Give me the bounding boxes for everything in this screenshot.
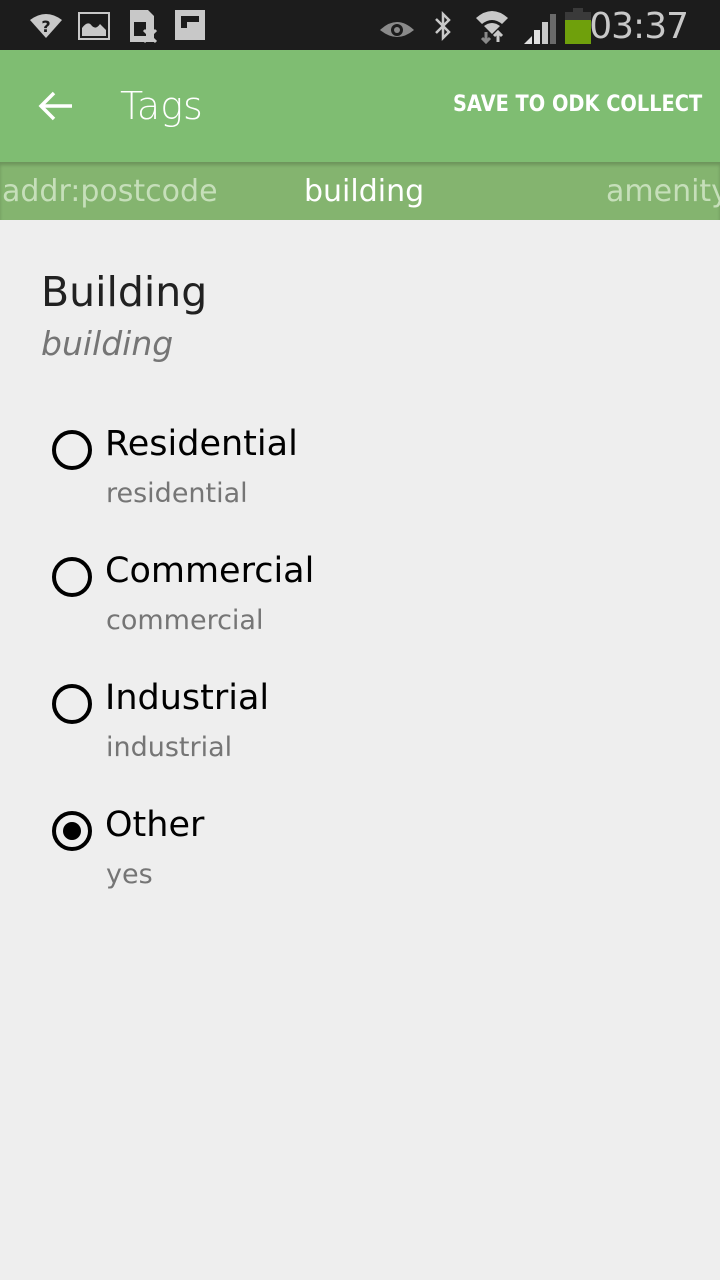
radio-button[interactable]	[52, 684, 92, 724]
option-value: industrial	[106, 732, 233, 763]
option-value: commercial	[106, 605, 264, 636]
flipboard-icon	[175, 10, 205, 40]
toolbar: Tags SAVE TO ODK COLLECT	[0, 50, 720, 162]
option-industrial[interactable]: Industrial industrial	[50, 678, 650, 788]
page-title: Tags	[120, 84, 203, 128]
tab-amenity[interactable]: amenity	[606, 174, 720, 209]
wifi-data-icon	[476, 11, 508, 44]
sim-error-icon	[130, 10, 158, 44]
radio-selected-dot	[63, 822, 81, 840]
option-label: Other	[105, 805, 205, 845]
option-value: residential	[106, 478, 248, 509]
eye-icon	[380, 22, 414, 37]
tab-building[interactable]: building	[304, 174, 424, 209]
wifi-unknown-icon: ?	[30, 14, 62, 38]
option-value: yes	[106, 859, 153, 890]
question-key: building	[41, 324, 174, 363]
option-commercial[interactable]: Commercial commercial	[50, 551, 650, 661]
tab-addr-postcode[interactable]: addr:postcode	[2, 174, 218, 209]
back-button[interactable]	[36, 86, 76, 126]
radio-button[interactable]	[52, 430, 92, 470]
battery-icon	[565, 8, 591, 44]
tag-tabs: addr:postcode building amenity	[0, 162, 720, 220]
clock: 03:37	[589, 6, 689, 47]
question-title: Building	[41, 268, 208, 316]
image-icon	[78, 12, 110, 40]
radio-button-selected[interactable]	[52, 811, 92, 851]
option-label: Commercial	[105, 551, 315, 591]
save-to-odk-collect-button[interactable]: SAVE TO ODK COLLECT	[453, 92, 702, 117]
radio-button[interactable]	[52, 557, 92, 597]
status-bar: ? 03:37	[0, 0, 720, 50]
option-other[interactable]: Other yes	[50, 805, 650, 915]
option-residential[interactable]: Residential residential	[50, 424, 650, 534]
bluetooth-icon	[435, 10, 451, 42]
option-label: Industrial	[105, 678, 270, 718]
signal-icon	[524, 14, 556, 44]
option-label: Residential	[105, 424, 298, 464]
svg-text:?: ?	[41, 17, 50, 36]
